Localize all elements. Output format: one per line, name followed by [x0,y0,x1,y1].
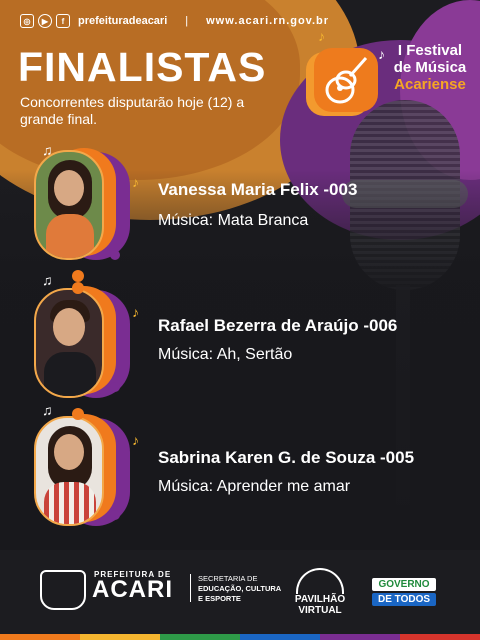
sponsor-footer: PREFEITURA DE ACARI SECRETARIA DE EDUCAÇ… [0,556,480,640]
page-title: FINALISTAS [18,44,267,90]
prefeitura-name: ACARI [92,576,173,603]
music-note-icon: ♫ [42,272,53,288]
decorative-dot [72,270,84,282]
music-note-icon: ♪ [132,174,139,190]
music-note-icon: ♪ [318,28,325,44]
poster: ◎ ▶ f prefeituradeacari | www.acari.rn.g… [0,0,480,640]
festival-title-line1: I Festival [397,42,463,59]
pavilhao-line2: VIRTUAL [298,605,342,616]
finalist-card: ♫ ♪ Sabrina Karen G. de Souza -005 Músic… [0,402,480,544]
decorative-dot [110,382,120,392]
social-header: ◎ ▶ f prefeituradeacari | www.acari.rn.g… [20,14,329,28]
pavilhao-arc-icon [296,568,344,594]
acari-crest-icon [40,570,86,610]
decorative-dot [72,282,84,294]
finalist-photo [34,416,104,526]
music-note-icon: ♪ [132,432,139,448]
pavilhao-virtual-logo: PAVILHÃO VIRTUAL [290,568,350,616]
footer-divider [190,574,191,602]
festival-title-line2: de Música [393,59,467,76]
festival-title: I Festival de Música Acariense [390,42,470,93]
finalist-card: ♫ ♪ Vanessa Maria Felix -003 Música: Mat… [0,142,480,282]
color-stripe [0,634,480,640]
decorative-dot [72,408,84,420]
website-url[interactable]: www.acari.rn.gov.br [206,15,329,27]
secretaria-label: SECRETARIA DE EDUCAÇÃO, CULTURA E ESPORT… [198,574,281,604]
secretaria-line1: SECRETARIA DE [198,574,258,583]
festival-logo-badge [314,48,378,112]
decorative-dot [110,250,120,260]
subtitle: Concorrentes disputarão hoje (12) a gran… [20,94,245,127]
instagram-icon[interactable]: ◎ [20,14,34,28]
finalist-photo [34,150,104,260]
music-note-icon: ♫ [42,402,53,418]
governo-line1: GOVERNO [372,578,436,591]
governo-line2: DE TODOS [372,593,436,606]
header-separator: | [185,15,189,27]
secretaria-line2: EDUCAÇÃO, CULTURA [198,584,282,593]
finalist-name: Vanessa Maria Felix -003 [158,180,358,199]
governo-logo: GOVERNO DE TODOS [372,578,436,606]
finalist-card: ♫ ♪ Rafael Bezerra de Araújo -006 Música… [0,272,480,416]
secretaria-line3: E ESPORTE [198,594,241,603]
pavilhao-line1: PAVILHÃO [294,594,346,605]
festival-title-line3: Acariense [394,76,466,93]
youtube-icon[interactable]: ▶ [38,14,52,28]
finalist-song: Música: Mata Branca [158,212,309,229]
finalist-photo [34,288,104,398]
finalist-name: Sabrina Karen G. de Souza -005 [158,448,415,467]
finalist-name: Rafael Bezerra de Araújo -006 [158,316,398,335]
guitar-icon [325,57,368,104]
facebook-icon[interactable]: f [56,14,70,28]
social-handle: prefeituradeacari [78,15,168,27]
decorative-dot [110,510,120,520]
music-note-icon: ♪ [132,304,139,320]
music-note-icon: ♪ [378,46,385,62]
finalist-song: Música: Aprender me amar [158,478,351,495]
finalist-song: Música: Ah, Sertão [158,346,293,363]
